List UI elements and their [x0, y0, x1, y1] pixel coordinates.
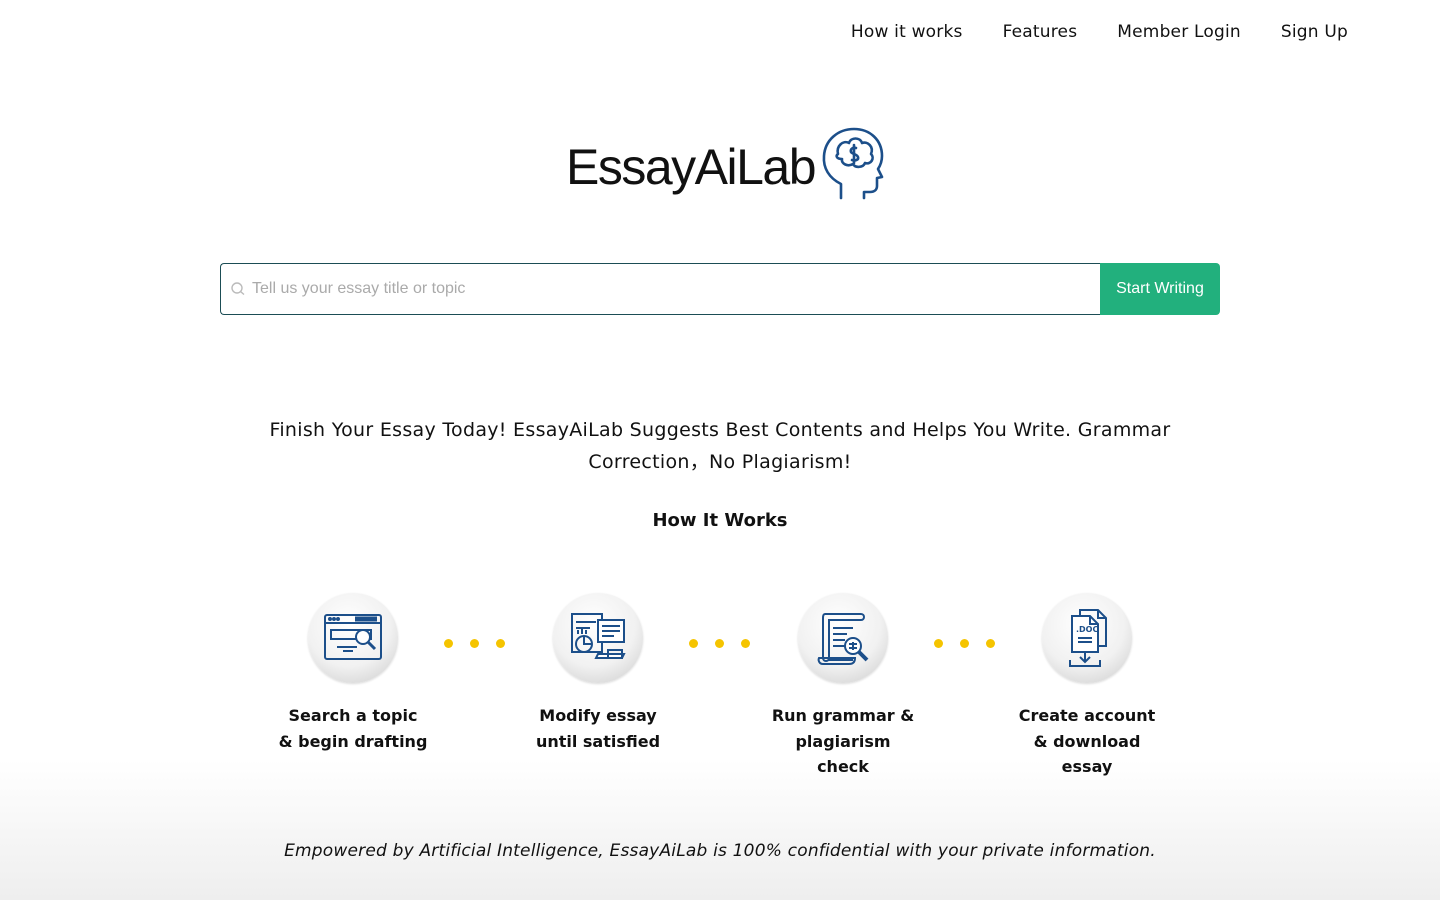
how-it-works-title: How It Works	[652, 510, 788, 531]
search-bar: Start Writing	[220, 263, 1220, 315]
nav-member-login[interactable]: Member Login	[1117, 22, 1241, 42]
logo-text: EssayAiLab	[566, 139, 817, 195]
step-label-4: Create account & download essay	[1018, 706, 1156, 776]
search-input[interactable]	[252, 280, 1100, 298]
logo[interactable]: EssayAiLab	[566, 126, 885, 204]
step-label-2: Modify essay until satisfied	[535, 706, 661, 751]
scroll-magnifier-icon	[798, 593, 888, 683]
search-field-wrapper	[220, 263, 1100, 315]
step-label-3: Run grammar & plagiarism check	[771, 706, 915, 776]
doc-download-icon: .DOC	[1042, 593, 1132, 683]
brain-head-icon	[819, 126, 885, 204]
nav-features[interactable]: Features	[1003, 22, 1078, 42]
how-it-works-steps: Search a topic & begin drafting Modify e…	[0, 593, 1440, 793]
svg-text:.DOC: .DOC	[1076, 625, 1098, 634]
nav-how-it-works[interactable]: How it works	[851, 22, 963, 42]
tagline: Finish Your Essay Today! EssayAiLab Sugg…	[269, 419, 1171, 473]
search-icon	[231, 280, 246, 299]
browser-search-icon	[308, 593, 398, 683]
step-connector-dots-2	[689, 639, 750, 648]
document-edit-icon	[553, 593, 643, 683]
start-writing-button[interactable]: Start Writing	[1100, 263, 1220, 315]
step-label-1: Search a topic & begin drafting	[278, 706, 428, 751]
nav-sign-up[interactable]: Sign Up	[1281, 22, 1348, 42]
step-connector-dots-3	[934, 639, 995, 648]
top-nav: How it works Features Member Login Sign …	[851, 22, 1348, 42]
confidentiality-note: Empowered by Artificial Intelligence, Es…	[284, 841, 1156, 861]
step-connector-dots-1	[444, 639, 505, 648]
